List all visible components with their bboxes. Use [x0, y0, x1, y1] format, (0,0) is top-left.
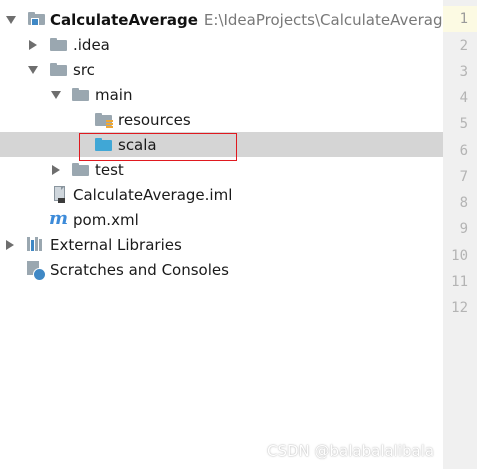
- project-tool-window: CalculateAverage E:\IdeaProjects\Calculat…: [0, 0, 452, 469]
- tree-row-iml[interactable]: CalculateAverage.iml: [0, 182, 443, 207]
- tree-item-label: Scratches and Consoles: [50, 261, 229, 279]
- watermark-text: CSDN @balabalalibala: [267, 442, 435, 460]
- tree-row-pom[interactable]: m pom.xml: [0, 207, 443, 232]
- tree-item-label: src: [73, 61, 95, 79]
- line-number: 10: [451, 248, 468, 264]
- line-number: 9: [459, 221, 468, 237]
- project-root-label: CalculateAverage E:\IdeaProjects\Calculat…: [50, 11, 452, 29]
- tree-row-external-libraries[interactable]: External Libraries: [0, 232, 443, 257]
- module-folder-icon: [28, 12, 45, 26]
- tree-item-label: CalculateAverage.iml: [73, 186, 233, 204]
- line-number: 4: [459, 90, 468, 106]
- line-number: 2: [459, 38, 468, 54]
- iml-file-icon: [54, 186, 65, 203]
- line-number: 11: [451, 274, 468, 290]
- line-number: 7: [459, 169, 468, 185]
- line-number: 1: [459, 11, 468, 27]
- expand-arrow-icon[interactable]: [28, 66, 38, 74]
- maven-icon: m: [49, 208, 69, 229]
- tree-row-main[interactable]: main: [0, 82, 443, 107]
- tree-item-label: pom.xml: [73, 211, 139, 229]
- folder-icon: [50, 38, 67, 51]
- tree-row-idea[interactable]: .idea: [0, 32, 443, 57]
- scratches-icon: [27, 261, 46, 281]
- tree-row-scratches[interactable]: Scratches and Consoles: [0, 257, 443, 282]
- folder-icon: [72, 163, 89, 176]
- tree-row-root[interactable]: CalculateAverage E:\IdeaProjects\Calculat…: [0, 7, 452, 32]
- line-number: 3: [459, 64, 468, 80]
- tree-item-label: External Libraries: [50, 236, 182, 254]
- collapse-arrow-icon[interactable]: [6, 240, 14, 250]
- tree-row-src[interactable]: src: [0, 57, 443, 82]
- tree-item-label: test: [95, 161, 124, 179]
- expand-arrow-icon[interactable]: [6, 16, 16, 24]
- tree-item-label: resources: [118, 111, 191, 129]
- folder-icon: [50, 63, 67, 76]
- tree-item-label: .idea: [73, 36, 110, 54]
- tree-row-resources[interactable]: resources: [0, 107, 443, 132]
- annotation-highlight-box: [79, 133, 237, 161]
- project-name: CalculateAverage: [50, 11, 198, 29]
- line-number: 5: [459, 116, 468, 132]
- line-number: 12: [451, 300, 468, 316]
- editor-gutter: 1 2 3 4 5 6 7 8 9 10 11 12: [443, 0, 477, 469]
- expand-arrow-icon[interactable]: [51, 91, 61, 99]
- tree-item-label: main: [95, 86, 133, 104]
- line-number: 8: [459, 195, 468, 211]
- folder-icon: [72, 88, 89, 101]
- line-number: 6: [459, 143, 468, 159]
- project-path: E:\IdeaProjects\CalculateAverage: [203, 11, 452, 29]
- collapse-arrow-icon[interactable]: [29, 40, 37, 50]
- resources-folder-icon: [95, 113, 113, 128]
- collapse-arrow-icon[interactable]: [52, 165, 60, 175]
- libraries-icon: [27, 237, 45, 251]
